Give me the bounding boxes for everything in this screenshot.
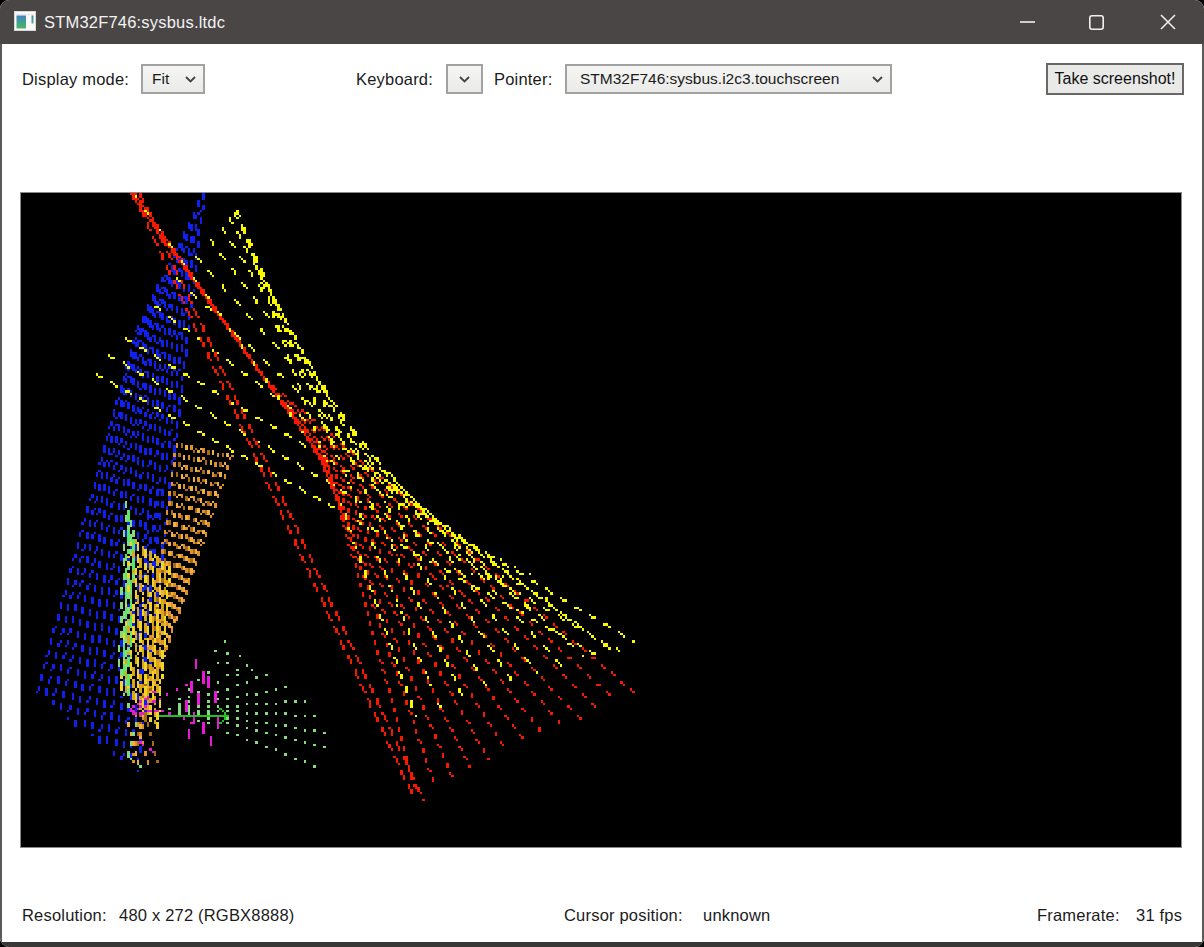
cursor-position-label: Cursor position:: [564, 906, 683, 925]
minimize-icon: [1020, 21, 1035, 23]
app-window: STM32F746:sysbus.ltdc Display mode: Fit …: [0, 0, 1204, 947]
window-border-bottom: [0, 942, 1204, 947]
chevron-down-icon: [185, 76, 196, 83]
display-mode-select[interactable]: Fit: [141, 64, 205, 94]
keyboard-select[interactable]: [446, 64, 483, 94]
display-mode-label: Display mode:: [22, 70, 129, 89]
close-icon: [1160, 14, 1176, 30]
framerate-value: 31 fps: [1136, 906, 1182, 925]
maximize-button[interactable]: [1073, 0, 1120, 44]
keyboard-label: Keyboard:: [356, 70, 433, 89]
pointer-value: STM32F746:sysbus.i2c3.touchscreen: [567, 70, 839, 88]
framebuffer-canvas[interactable]: [21, 193, 1181, 847]
chevron-down-icon: [459, 76, 470, 83]
framerate-label: Framerate:: [1037, 906, 1120, 925]
pointer-select[interactable]: STM32F746:sysbus.i2c3.touchscreen: [565, 64, 892, 94]
window-border-left: [0, 44, 2, 947]
framebuffer-panel: [20, 192, 1182, 848]
pointer-label: Pointer:: [494, 70, 552, 89]
window-title: STM32F746:sysbus.ltdc: [44, 0, 225, 44]
take-screenshot-button[interactable]: Take screenshot!: [1046, 63, 1184, 95]
display-mode-value: Fit: [143, 70, 169, 88]
resolution-value: 480 x 272 (RGBX8888): [119, 906, 295, 925]
resolution-label: Resolution:: [22, 906, 107, 925]
titlebar[interactable]: STM32F746:sysbus.ltdc: [0, 0, 1204, 44]
app-icon: [14, 11, 36, 31]
chevron-down-icon: [872, 76, 883, 83]
cursor-position-value: unknown: [703, 906, 770, 925]
maximize-icon: [1089, 15, 1104, 30]
app-icon-image: [14, 11, 36, 31]
minimize-button[interactable]: [1004, 0, 1051, 44]
close-button[interactable]: [1144, 0, 1191, 44]
